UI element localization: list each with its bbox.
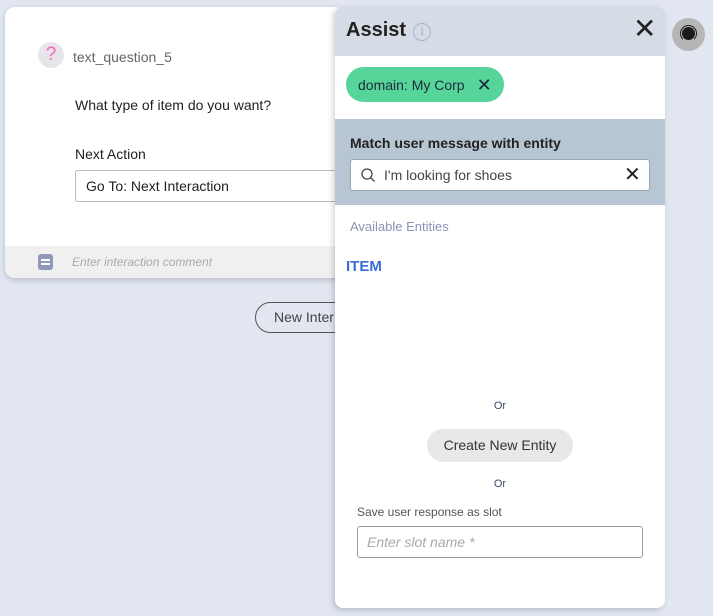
close-icon[interactable]: ✕ xyxy=(633,15,656,43)
note-icon xyxy=(38,254,53,270)
slot-name-input[interactable]: Enter slot name * xyxy=(357,526,643,558)
question-mark-icon: ? xyxy=(38,42,64,68)
match-title: Match user message with entity xyxy=(350,135,561,151)
match-search-input[interactable]: I'm looking for shoes ✕ xyxy=(350,159,650,191)
agent-assist-button[interactable] xyxy=(672,18,705,51)
slot-label: Save user response as slot xyxy=(357,505,502,519)
or-divider: Or xyxy=(493,400,507,412)
comment-input[interactable]: Enter interaction comment xyxy=(72,255,212,269)
create-new-entity-button[interactable]: Create New Entity xyxy=(427,429,573,462)
domain-chip: domain: My Corp ✕ xyxy=(346,67,504,102)
info-icon[interactable]: i xyxy=(413,23,431,41)
search-icon xyxy=(361,168,375,182)
search-value: I'm looking for shoes xyxy=(384,167,512,183)
assist-title: Assist xyxy=(346,19,407,41)
or-divider: Or xyxy=(493,478,507,490)
interaction-card: ? text_question_5 What type of item do y… xyxy=(5,7,345,278)
next-action-select[interactable]: Go To: Next Interaction xyxy=(75,170,345,202)
assist-header: Assist i ✕ xyxy=(335,7,665,56)
domain-chip-label: domain: My Corp xyxy=(358,76,465,93)
clear-search-icon[interactable]: ✕ xyxy=(624,164,641,186)
available-entities-label: Available Entities xyxy=(350,219,449,234)
next-action-label: Next Action xyxy=(75,146,146,162)
question-text[interactable]: What type of item do you want? xyxy=(75,97,271,113)
comment-bar: Enter interaction comment xyxy=(5,246,345,278)
match-section: Match user message with entity I'm looki… xyxy=(335,119,665,205)
assist-panel: Assist i ✕ domain: My Corp ✕ Match user … xyxy=(335,7,665,608)
headset-head xyxy=(682,27,695,40)
remove-chip-icon[interactable]: ✕ xyxy=(477,76,492,94)
interaction-name[interactable]: text_question_5 xyxy=(73,49,172,65)
entity-item[interactable]: ITEM xyxy=(346,258,382,275)
